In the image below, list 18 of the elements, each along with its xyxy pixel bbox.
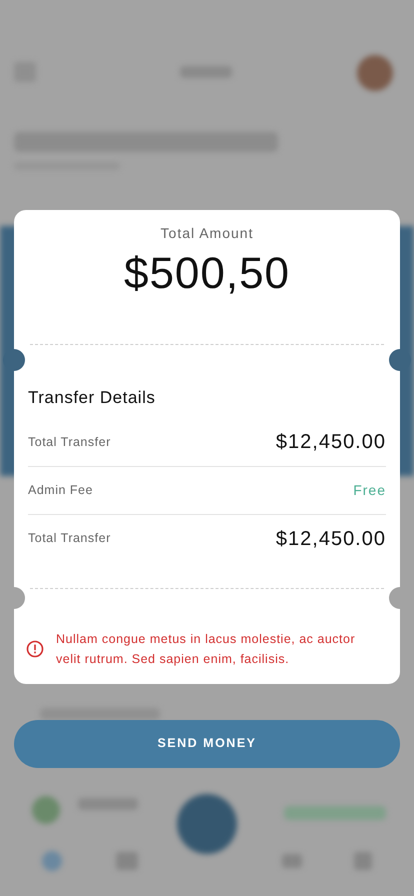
detail-value: Free bbox=[353, 480, 386, 500]
blurred-logo-icon bbox=[32, 796, 60, 824]
total-amount-value: $500,50 bbox=[124, 248, 290, 300]
detail-label: Admin Fee bbox=[28, 482, 93, 499]
detail-label: Total Transfer bbox=[28, 530, 111, 548]
warning-icon bbox=[26, 640, 44, 658]
detail-label: Total Transfer bbox=[28, 434, 111, 451]
send-money-button[interactable]: SEND MONEY bbox=[14, 720, 400, 768]
detail-amount: $12,450.00 bbox=[276, 526, 386, 552]
blurred-nav-icon bbox=[282, 854, 302, 868]
section-title: Transfer Details bbox=[28, 387, 156, 409]
blurred-nav-icon bbox=[116, 852, 138, 870]
blurred-nav-icon bbox=[354, 852, 372, 870]
warning-message: Nullam congue metus in lacus molestie, ac auctor velit rutrum. Sed sapien enim, facilisis. bbox=[56, 630, 356, 668]
blurred-avatar bbox=[357, 55, 393, 91]
total-amount-label: Total Amount bbox=[160, 224, 254, 243]
detail-amount: $12,450.00 bbox=[276, 430, 386, 455]
blurred-nav-icon bbox=[42, 851, 62, 871]
